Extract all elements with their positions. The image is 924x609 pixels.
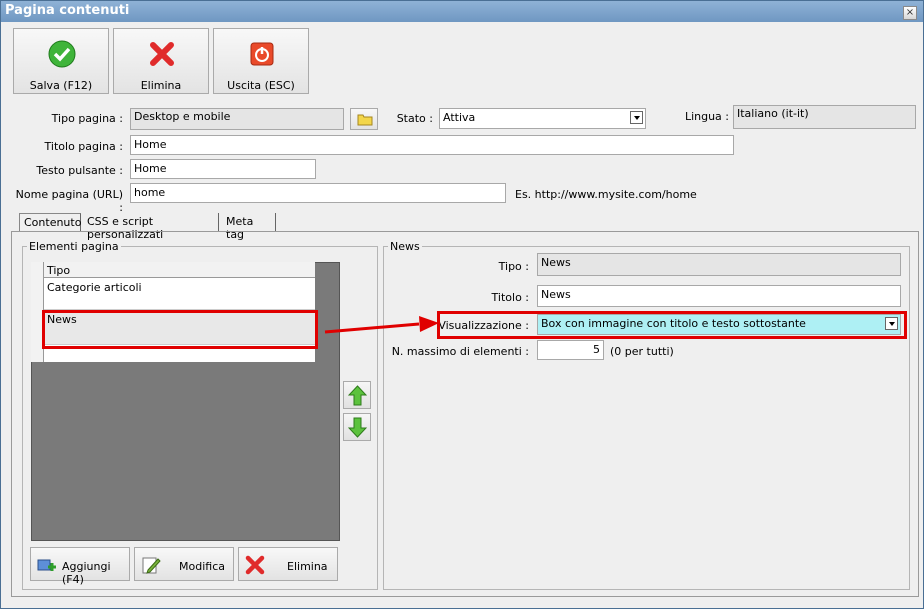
annotation-arrow (324, 316, 439, 334)
tipo-pagina-label: Tipo pagina : (51, 112, 123, 125)
tab-meta-tag[interactable]: Meta tag (222, 213, 276, 241)
stato-label: Stato : (396, 112, 433, 125)
add-element-button[interactable]: Aggiungi (F4) (30, 547, 130, 586)
news-tipo-label: Tipo : (498, 260, 529, 273)
delete-element-label: Elimina (287, 560, 328, 573)
testo-pulsante-input[interactable]: Home (130, 159, 316, 179)
nome-pagina-label: Nome pagina (URL) : (15, 188, 123, 214)
add-icon (37, 559, 56, 571)
arrow-down-icon (348, 417, 367, 438)
power-icon (250, 42, 274, 66)
stato-select[interactable]: Attiva (439, 108, 646, 129)
lingua-field: Italiano (it-it) (733, 105, 916, 129)
testo-pulsante-label: Testo pulsante : (36, 164, 123, 177)
browse-button[interactable] (350, 108, 378, 130)
titolo-pagina-input[interactable]: Home (130, 135, 734, 155)
table-row-categorie[interactable]: Categorie articoli (44, 278, 315, 310)
elements-group-title: Elementi pagina (27, 240, 121, 253)
arrow-up-icon (348, 385, 367, 406)
chevron-down-icon[interactable] (630, 111, 643, 124)
url-example: Es. http://www.mysite.com/home (515, 188, 697, 201)
edit-element-label: Modifica (179, 560, 225, 573)
title-bar: Pagina contenuti × (1, 1, 923, 22)
close-button[interactable]: × (903, 6, 917, 20)
save-label: Salva (F12) (29, 79, 93, 92)
delete-label: Elimina (140, 79, 182, 92)
edit-icon (142, 557, 161, 574)
window-title: Pagina contenuti (5, 3, 130, 18)
delete-button[interactable]: Elimina (113, 28, 209, 94)
news-group-title: News (388, 240, 422, 253)
move-up-button[interactable] (343, 381, 371, 409)
nome-pagina-input[interactable]: home (130, 183, 506, 203)
delete-element-button[interactable]: Elimina (238, 547, 338, 581)
stato-value: Attiva (443, 111, 476, 124)
max-elementi-hint: (0 per tutti) (610, 345, 674, 358)
red-x-icon (150, 42, 174, 66)
red-x-icon (245, 555, 265, 575)
visualizzazione-highlight (437, 311, 907, 339)
news-titolo-input[interactable]: News (537, 285, 901, 307)
tab-contenuto[interactable]: Contenuto (19, 213, 81, 231)
move-down-button[interactable] (343, 413, 371, 441)
max-elementi-label: N. massimo di elementi : (391, 345, 529, 358)
news-titolo-label: Titolo : (491, 291, 529, 304)
exit-label: Uscita (ESC) (227, 79, 295, 92)
news-tipo-field: News (537, 253, 901, 276)
save-button[interactable]: Salva (F12) (13, 28, 109, 94)
add-element-label: Aggiungi (F4) (62, 560, 111, 586)
folder-icon (357, 114, 373, 126)
tipo-pagina-field: Desktop e mobile (130, 108, 344, 130)
edit-element-button[interactable]: Modifica (134, 547, 234, 581)
lingua-label: Lingua : (684, 110, 729, 123)
tab-css-script[interactable]: CSS e script personalizzati (83, 213, 219, 241)
window: Pagina contenuti × Salva (F12) Elimina U… (0, 0, 924, 609)
exit-button[interactable]: Uscita (ESC) (213, 28, 309, 94)
news-row-highlight (42, 310, 318, 349)
column-header-tipo[interactable]: Tipo (44, 262, 315, 278)
checkmark-icon (48, 40, 76, 68)
max-elementi-input[interactable]: 5 (537, 340, 604, 360)
titolo-pagina-label: Titolo pagina : (44, 140, 123, 153)
